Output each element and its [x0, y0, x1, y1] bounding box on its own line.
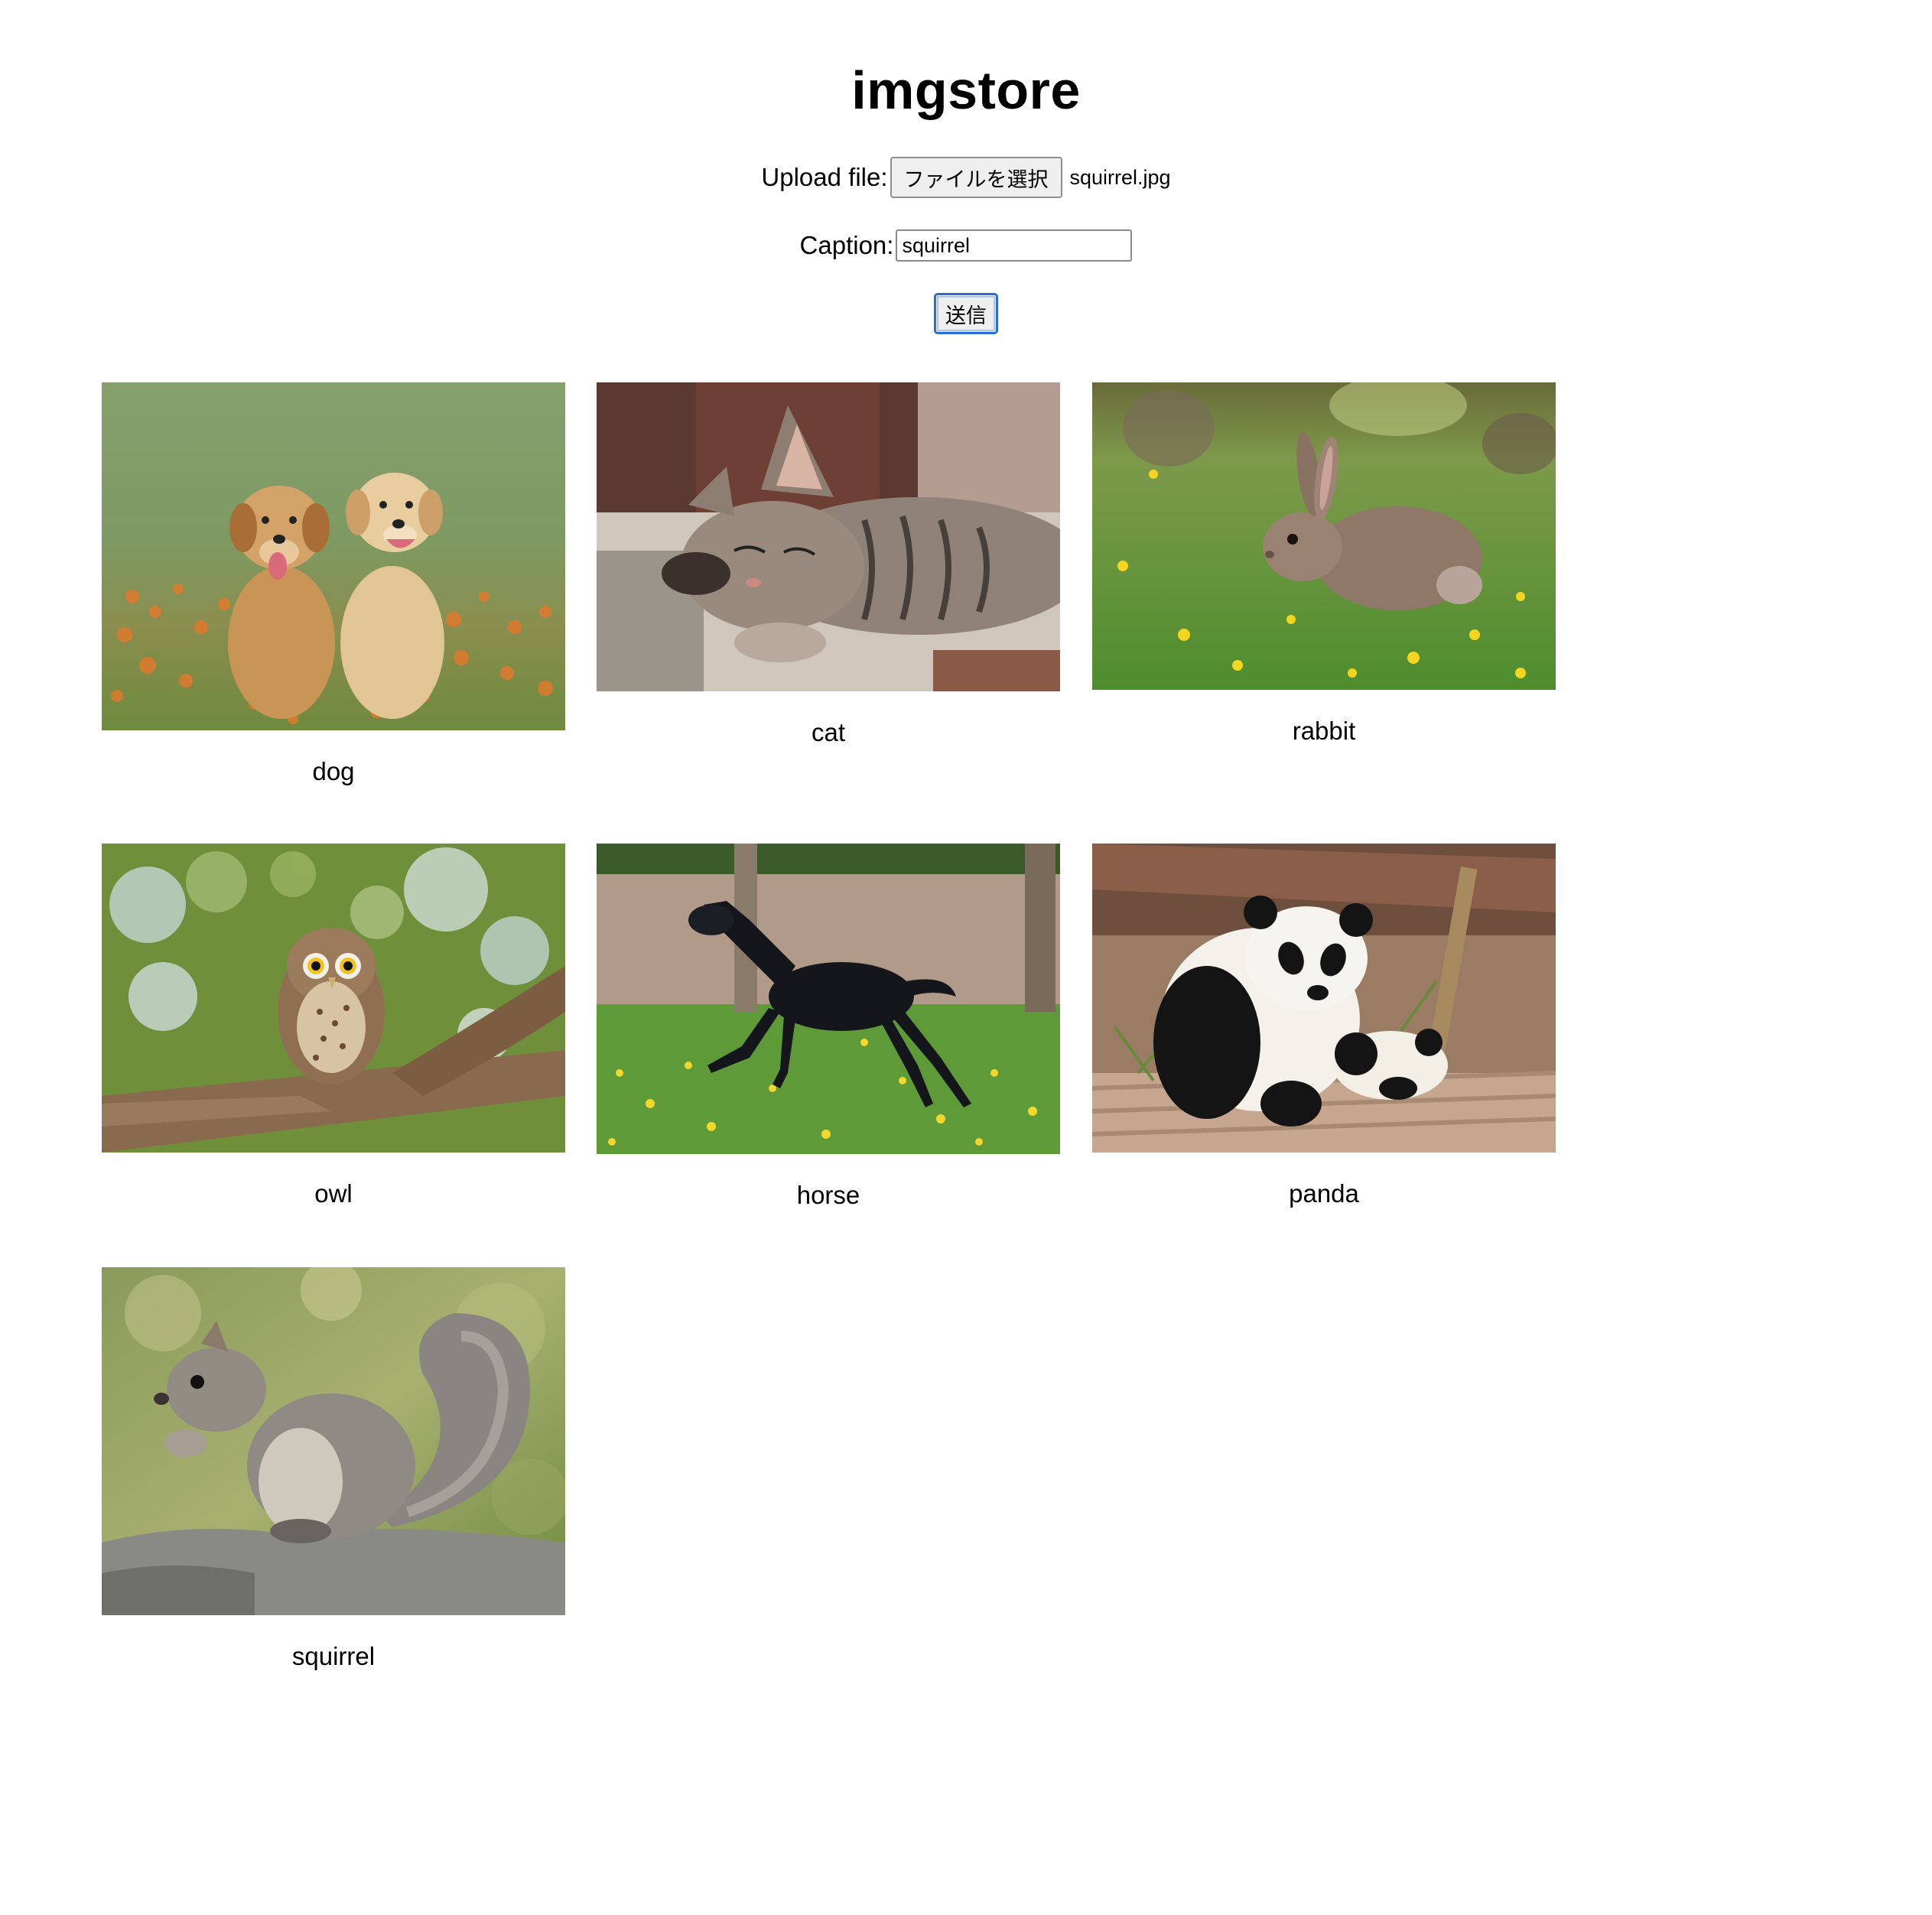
- page-title: imgstore: [851, 60, 1081, 120]
- owl-caption: owl: [314, 1179, 353, 1208]
- gallery-item-cat: cat: [597, 382, 1060, 748]
- caption-row: Caption:: [0, 226, 1932, 265]
- panda-image: [1092, 844, 1556, 1153]
- squirrel-image: [102, 1267, 565, 1615]
- rabbit-image: [1092, 382, 1556, 690]
- dog-image: [102, 382, 565, 730]
- horse-caption: horse: [796, 1181, 860, 1209]
- rabbit-photo: [1092, 382, 1556, 690]
- panda-photo: [1092, 844, 1556, 1153]
- owl-photo: [102, 844, 565, 1153]
- selected-file-name: squirrel.jpg: [1069, 165, 1171, 189]
- gallery-item-rabbit: rabbit: [1092, 382, 1556, 746]
- horse-image: [597, 844, 1060, 1154]
- rabbit-caption: rabbit: [1292, 717, 1356, 745]
- cat-photo: [597, 382, 1060, 691]
- horse-photo: [597, 844, 1060, 1154]
- caption-label: Caption:: [799, 231, 894, 259]
- gallery-item-panda: panda: [1092, 844, 1556, 1209]
- dog-caption: dog: [312, 757, 355, 785]
- gallery-item-dog: dog: [102, 382, 565, 787]
- upload-row: Upload file: ファイルを選択 squirrel.jpg: [0, 156, 1932, 199]
- gallery-item-horse: horse: [597, 844, 1060, 1211]
- dog-photo: [102, 382, 565, 730]
- cat-caption: cat: [811, 718, 846, 746]
- upload-label: Upload file:: [761, 163, 888, 191]
- gallery-item-squirrel: squirrel: [102, 1267, 565, 1672]
- squirrel-caption: squirrel: [291, 1642, 376, 1670]
- panda-caption: panda: [1289, 1179, 1359, 1208]
- squirrel-photo: [102, 1267, 565, 1615]
- submit-button[interactable]: 送信: [934, 293, 998, 334]
- owl-image: [102, 844, 565, 1153]
- choose-file-button[interactable]: ファイルを選択: [890, 157, 1062, 198]
- gallery-item-owl: owl: [102, 844, 565, 1209]
- caption-input[interactable]: [896, 229, 1133, 262]
- cat-image: [597, 382, 1060, 691]
- submit-row: 送信: [0, 292, 1932, 335]
- page: imgstore Upload file: ファイルを選択 squirrel.j…: [0, 0, 1932, 1915]
